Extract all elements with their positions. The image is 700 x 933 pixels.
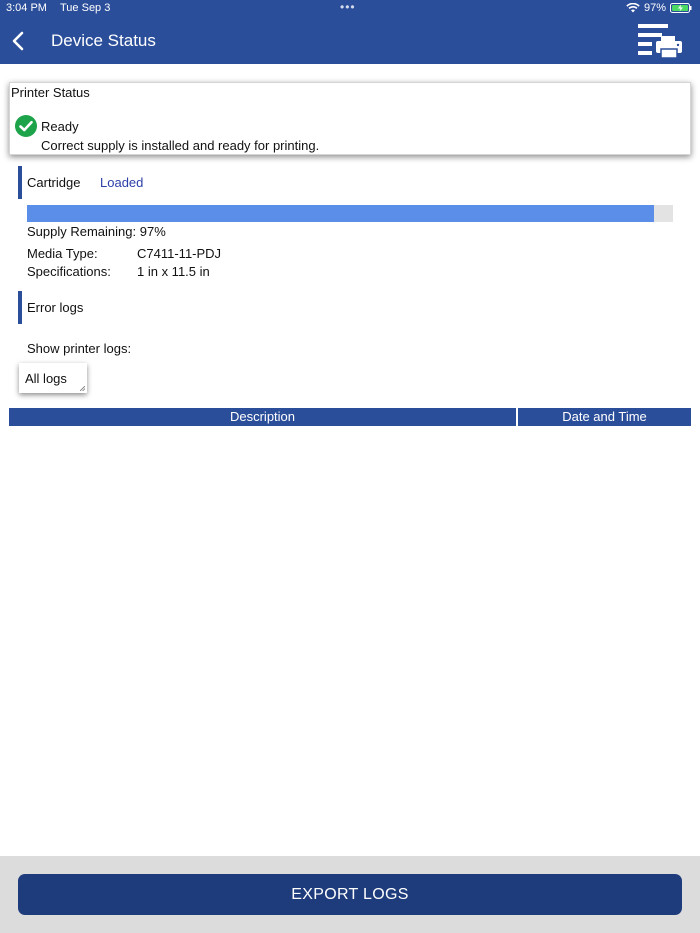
- status-right: 97%: [626, 2, 692, 14]
- export-logs-button[interactable]: EXPORT LOGS: [18, 874, 682, 915]
- supply-progress-bar: [27, 205, 673, 222]
- printer-status-title: Printer Status: [11, 85, 90, 100]
- multitask-dots[interactable]: •••: [340, 0, 356, 14]
- media-type-label: Media Type:: [27, 246, 98, 261]
- back-chevron-icon[interactable]: [10, 30, 26, 52]
- column-header-date-time[interactable]: Date and Time: [518, 408, 691, 426]
- specifications-label: Specifications:: [27, 264, 111, 279]
- printer-status-card: Printer Status Ready Correct supply is i…: [9, 82, 691, 155]
- logs-filter-value: All logs: [25, 371, 67, 386]
- error-logs-section: Error logs: [18, 291, 418, 324]
- error-logs-label: Error logs: [27, 300, 84, 315]
- media-type-value: C7411-11-PDJ: [137, 246, 222, 261]
- status-description: Correct supply is installed and ready fo…: [41, 138, 320, 153]
- show-logs-label: Show printer logs:: [27, 341, 132, 356]
- column-header-description[interactable]: Description: [9, 408, 516, 426]
- section-accent: [18, 291, 22, 324]
- status-bar: 3:04 PM Tue Sep 3 ••• 97%: [0, 0, 700, 18]
- status-state: Ready: [41, 119, 79, 134]
- resize-grip-icon: [80, 386, 85, 391]
- cartridge-section: Cartridge Loaded: [18, 166, 418, 199]
- printer-menu-icon[interactable]: [636, 22, 684, 60]
- logs-filter-select[interactable]: All logs: [19, 363, 87, 393]
- battery-charging-icon: [670, 3, 692, 13]
- logs-table-header: Description Date and Time: [9, 408, 691, 426]
- cartridge-label: Cartridge: [27, 175, 81, 190]
- supply-progress-fill: [27, 205, 654, 222]
- app-header: 3:04 PM Tue Sep 3 ••• 97% Device Status: [0, 0, 700, 64]
- wifi-icon: [626, 3, 640, 13]
- status-time: 3:04 PM: [6, 2, 47, 14]
- battery-percent: 97%: [643, 2, 666, 14]
- page-title: Device Status: [51, 31, 156, 50]
- check-circle-icon: [15, 115, 37, 137]
- specifications-value: 1 in x 11.5 in: [137, 264, 210, 279]
- supply-remaining: Supply Remaining: 97%: [27, 224, 166, 239]
- status-date: Tue Sep 3: [60, 2, 111, 14]
- section-accent: [18, 166, 22, 199]
- cartridge-status: Loaded: [100, 175, 144, 190]
- footer-bar: EXPORT LOGS: [0, 856, 700, 933]
